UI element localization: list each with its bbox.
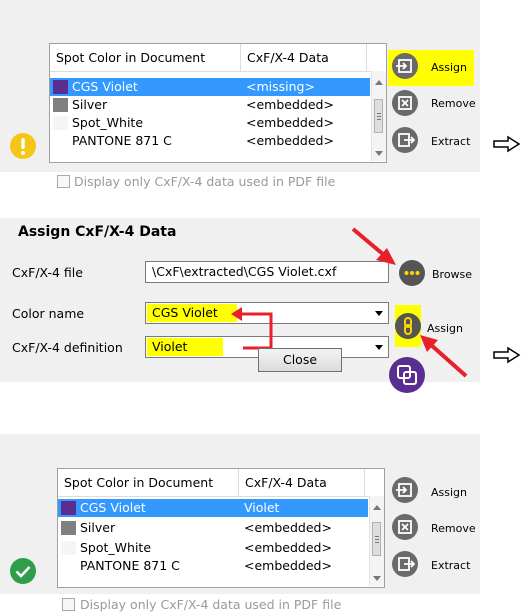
browse-button[interactable]: Browse <box>432 268 472 281</box>
assign-button[interactable]: Assign <box>431 486 467 499</box>
display-only-label: Display only CxF/X-4 data used in PDF fi… <box>74 174 336 189</box>
remove-icon[interactable] <box>392 514 418 540</box>
table-row[interactable]: Silver <embedded> <box>50 96 370 114</box>
color-swatch <box>61 541 76 555</box>
assign-button[interactable]: Assign <box>431 61 467 74</box>
extract-button[interactable]: Extract <box>431 135 470 148</box>
color-swatch <box>53 116 68 130</box>
color-swatch <box>53 98 68 112</box>
remove-icon[interactable] <box>392 90 418 116</box>
table-scrollbar[interactable] <box>371 71 386 161</box>
red-pointer-arrow <box>350 226 400 268</box>
color-name-label: Color name <box>12 306 85 321</box>
remove-button[interactable]: Remove <box>431 97 476 110</box>
display-only-label: Display only CxF/X-4 data used in PDF fi… <box>80 597 342 612</box>
display-only-checkbox[interactable] <box>57 175 70 188</box>
header-spot-color[interactable]: Spot Color in Document <box>58 469 238 496</box>
next-arrow-icon <box>492 346 522 364</box>
next-arrow-icon <box>492 135 522 153</box>
table-row[interactable]: CGS Violet Violet <box>58 499 368 517</box>
table-row[interactable]: Silver <embedded> <box>58 519 368 537</box>
extract-button[interactable]: Extract <box>431 559 470 572</box>
table-scrollbar[interactable] <box>369 496 384 586</box>
assign-icon[interactable] <box>392 477 418 503</box>
table-row[interactable]: CGS Violet <missing> <box>50 78 370 96</box>
table-row[interactable]: PANTONE 871 C <embedded> <box>50 132 370 150</box>
cxf-file-label: CxF/X-4 file <box>12 265 83 280</box>
close-button-label: Close <box>282 352 318 367</box>
dialog-title: Assign CxF/X-4 Data <box>18 224 177 240</box>
remove-button[interactable]: Remove <box>431 522 476 535</box>
table-row[interactable]: Spot_White <embedded> <box>58 539 368 557</box>
browse-icon[interactable] <box>398 259 426 287</box>
header-cxf-data[interactable]: CxF/X-4 Data <box>239 469 364 496</box>
checkmark-icon <box>9 557 37 585</box>
header-cxf-data[interactable]: CxF/X-4 Data <box>241 44 366 71</box>
color-swatch <box>61 501 76 515</box>
close-button[interactable]: Close <box>258 348 342 372</box>
extract-icon[interactable] <box>392 127 418 153</box>
table-header: Spot Color in Document CxF/X-4 Data <box>58 469 384 497</box>
assign-icon[interactable] <box>392 53 418 79</box>
header-spot-color[interactable]: Spot Color in Document <box>50 44 240 71</box>
table-header: Spot Color in Document CxF/X-4 Data <box>50 44 386 72</box>
definition-label: CxF/X-4 definition <box>12 340 123 355</box>
definition-value: Violet <box>152 339 188 354</box>
table-row[interactable]: Spot_White <embedded> <box>50 114 370 132</box>
color-swatch <box>53 80 68 94</box>
spot-color-table-after: Spot Color in Document CxF/X-4 Data CGS … <box>57 468 385 588</box>
color-name-value: CGS Violet <box>152 305 218 320</box>
copy-icon[interactable] <box>388 356 426 394</box>
display-only-checkbox[interactable] <box>62 598 75 611</box>
color-swatch <box>61 521 76 535</box>
extract-icon[interactable] <box>392 551 418 577</box>
table-row[interactable]: PANTONE 871 C <embedded> <box>58 557 368 575</box>
spot-color-table-before: Spot Color in Document CxF/X-4 Data CGS … <box>49 43 387 163</box>
warning-icon <box>9 132 37 160</box>
